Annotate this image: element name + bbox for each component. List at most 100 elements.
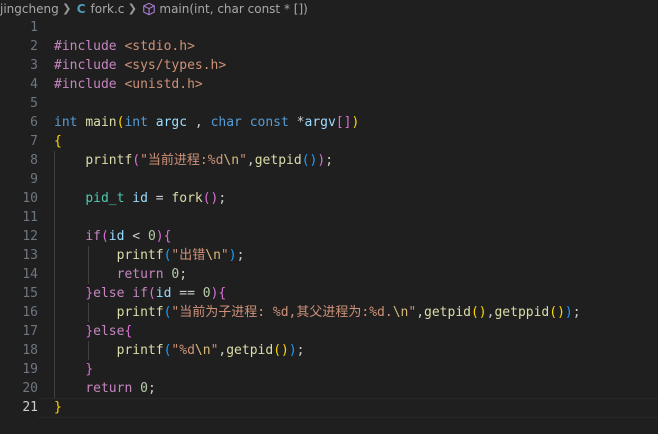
code-token: ,: [187, 115, 211, 130]
code-token: ;: [147, 381, 156, 396]
code-line[interactable]: }else{: [54, 322, 658, 341]
code-line[interactable]: printf("当前进程:%d\n",getpid());: [54, 151, 658, 170]
code-token: if: [85, 229, 101, 244]
line-number: 12: [22, 229, 38, 244]
line-number: 7: [30, 134, 38, 149]
code-token: {: [218, 286, 227, 301]
code-token: ;: [218, 191, 227, 206]
c-file-icon: C: [76, 1, 86, 16]
line-number: 6: [30, 115, 38, 130]
code-token: char: [210, 115, 242, 130]
breadcrumb-file-label: fork.c: [90, 1, 125, 16]
code-line[interactable]: {: [54, 132, 658, 151]
code-line[interactable]: return 0;: [54, 265, 658, 284]
code-line[interactable]: if(id < 0){: [54, 227, 658, 246]
code-token: getpid: [226, 343, 274, 358]
code-token: main: [85, 115, 117, 130]
code-token: ): [228, 248, 237, 263]
code-line[interactable]: printf("出错\n");: [54, 246, 658, 265]
code-token: []: [335, 115, 352, 130]
code-token: }: [54, 400, 62, 415]
code-token: ;: [572, 305, 581, 320]
breadcrumb-folder[interactable]: jingcheng: [0, 2, 59, 16]
code-line[interactable]: [54, 170, 658, 189]
code-token: argv: [304, 115, 336, 130]
code-token: }: [85, 286, 94, 301]
code-token: ): [317, 153, 326, 168]
code-line[interactable]: #include <sys/types.h>: [54, 56, 658, 75]
code-token: (: [100, 229, 109, 244]
code-token: if: [132, 286, 148, 301]
line-number: 9: [30, 172, 38, 187]
line-number: 20: [22, 381, 38, 396]
breadcrumb-file[interactable]: C fork.c: [75, 2, 125, 16]
code-token: <stdio.h>: [124, 39, 195, 54]
code-line[interactable]: [54, 208, 658, 227]
code-token: pid_t: [85, 191, 125, 206]
line-number: 4: [30, 77, 38, 92]
code-token: <unistd.h>: [124, 77, 203, 92]
code-token: 0: [147, 229, 156, 244]
code-token: 0: [202, 286, 211, 301]
code-line[interactable]: pid_t id = fork();: [54, 189, 658, 208]
code-token: #include: [54, 58, 117, 73]
code-token: \n: [223, 153, 240, 168]
code-token: #include: [54, 39, 117, 54]
line-number: 8: [30, 153, 38, 168]
code-token: fork: [171, 191, 203, 206]
code-token: id: [155, 286, 172, 301]
code-editor[interactable]: jingcheng ❯ C fork.c ❯ main(int, char co…: [0, 0, 658, 434]
code-token: (): [470, 305, 487, 320]
code-line[interactable]: printf("当前为子进程: %d,其父进程为:%d.\n",getpid()…: [54, 303, 658, 322]
code-token: {: [54, 134, 62, 149]
code-line[interactable]: #include <stdio.h>: [54, 37, 658, 56]
code-token: \n: [194, 343, 211, 358]
breadcrumb-symbol[interactable]: main(int, char const * []): [140, 1, 308, 16]
code-line[interactable]: }else if(id == 0){: [54, 284, 658, 303]
code-token: \n: [205, 248, 221, 263]
line-number: 13: [22, 248, 38, 263]
line-number: 3: [30, 58, 38, 73]
chevron-right-icon: ❯: [127, 2, 137, 15]
code-token: int: [124, 115, 148, 130]
code-token: const: [249, 115, 289, 130]
code-line[interactable]: }: [54, 360, 658, 379]
code-token: =: [147, 191, 172, 206]
code-token: argc: [155, 115, 188, 130]
breadcrumb-symbol-label: main(int, char const * []): [159, 1, 308, 16]
code-token: "出错: [171, 248, 206, 263]
code-line[interactable]: return 0;: [54, 379, 658, 398]
line-number: 2: [30, 39, 38, 54]
code-token: "当前进程:%d: [140, 153, 224, 168]
code-token: ;: [179, 267, 188, 282]
line-number: 21: [22, 400, 38, 415]
code-token: printf: [116, 305, 164, 320]
code-line[interactable]: }: [54, 398, 658, 417]
code-token: <sys/types.h>: [124, 58, 227, 73]
code-token: ": [220, 248, 229, 263]
code-line[interactable]: printf("%d\n",getpid());: [54, 341, 658, 360]
code-token: }: [85, 362, 94, 377]
code-token: <: [124, 229, 148, 244]
code-token: else: [93, 324, 125, 339]
code-token: (: [147, 286, 156, 301]
code-token: #include: [54, 77, 117, 92]
code-line[interactable]: [54, 94, 658, 113]
line-number: 17: [22, 324, 38, 339]
code-token: ,: [246, 153, 255, 168]
code-line[interactable]: #include <unistd.h>: [54, 75, 658, 94]
code-line[interactable]: int main(int argc , char const *argv[]): [54, 113, 658, 132]
code-area[interactable]: #include <stdio.h> #include <sys/types.h>…: [54, 18, 658, 417]
line-number: 18: [22, 343, 38, 358]
code-line[interactable]: [54, 18, 658, 37]
code-token: (: [132, 153, 141, 168]
code-token: \n: [392, 305, 409, 320]
code-token: (): [202, 191, 219, 206]
code-token: else: [93, 286, 125, 301]
